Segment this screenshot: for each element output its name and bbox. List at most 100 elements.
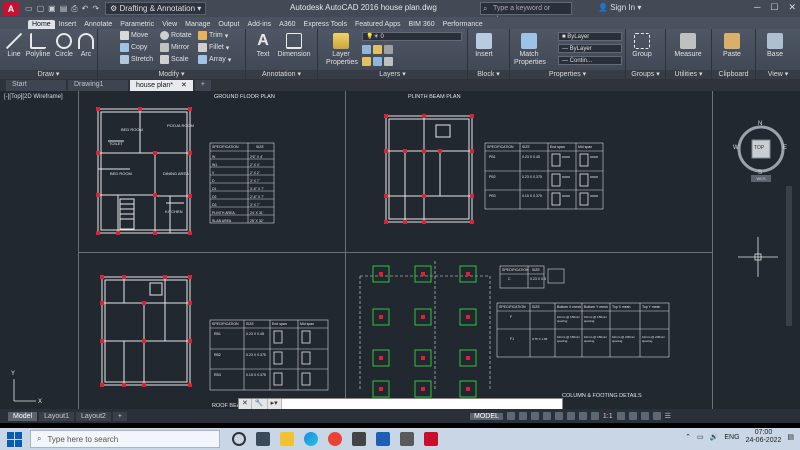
tab-featured-apps[interactable]: Featured Apps [351,20,405,29]
layer-dropdown[interactable]: 💡☀ 0 [362,32,462,41]
language-indicator[interactable]: ENG [724,434,739,441]
modify-panel-title[interactable]: Modify ▾ [98,70,245,79]
autocad-taskbar-icon[interactable] [424,432,438,446]
hardware-accel-icon[interactable] [640,412,649,420]
file-explorer-icon[interactable] [280,432,294,446]
sign-in-button[interactable]: 👤 Sign In ▾ [598,3,641,12]
customization-menu-icon[interactable]: ☰ [665,412,671,420]
annotation-scale-icon[interactable] [590,412,599,420]
saveas-icon[interactable]: ▤ [60,4,68,13]
workspace-selector[interactable]: ⚙ Drafting & Annotation ▾ [105,2,207,15]
navigation-bar[interactable] [786,186,792,326]
autocad-logo-icon[interactable]: A [3,1,19,16]
lineweight-dropdown[interactable]: — ByLayer [558,44,622,53]
model-space-button[interactable]: MODEL [470,412,503,420]
insert-button[interactable]: Insert [472,33,496,59]
volume-icon[interactable]: 🔊 [710,433,719,441]
tab-output[interactable]: Output [214,20,243,29]
layer-tools-row1[interactable] [362,45,393,54]
viewcube-west[interactable]: W [733,145,739,151]
customize-icon[interactable]: 🔧 [251,399,268,409]
cortana-icon[interactable] [232,432,246,446]
redo-icon[interactable]: ↷ [92,4,99,13]
grid-icon[interactable] [506,412,515,420]
tab-layout1[interactable]: Layout1 [39,411,74,421]
open-icon[interactable]: ▢ [37,4,45,13]
undo-icon[interactable]: ↶ [82,4,89,13]
clock[interactable]: 07:00 24-06-2022 [746,429,782,445]
dimension-button[interactable]: Dimension [276,33,312,59]
draw-panel-title[interactable]: Draw ▾ [0,70,97,79]
paste-button[interactable]: Paste [718,33,746,59]
tab-a360[interactable]: A360 [275,20,299,29]
line-button[interactable]: Line [6,33,22,59]
minimize-icon[interactable]: ─ [754,2,760,13]
lineweight-icon[interactable] [578,412,587,420]
close-tab-icon[interactable]: ✕ [181,82,187,89]
arc-button[interactable]: Arc [78,33,94,59]
properties-panel-title[interactable]: Properties ▾ [510,70,625,79]
clipboard-panel-title[interactable]: Clipboard [712,70,755,79]
print-icon[interactable]: ⎙ [71,4,77,14]
layer-tools-row2[interactable] [362,57,393,66]
chrome-icon[interactable] [328,432,342,446]
tab-annotate[interactable]: Annotate [80,20,116,29]
new-tab-button[interactable]: + [194,80,211,91]
viewcube-north[interactable]: N [758,121,762,127]
trim-button[interactable]: Trim ▾ [198,31,228,40]
ortho-icon[interactable] [530,412,539,420]
color-dropdown[interactable]: ■ ByLayer [558,32,622,41]
file-tab-start[interactable]: Start [6,80,66,91]
polyline-button[interactable]: Polyline [24,33,52,59]
text-button[interactable]: A Text [252,33,274,59]
annotation-panel-title[interactable]: Annotation ▾ [246,70,317,79]
taskbar-search-input[interactable]: ⌕ Type here to search [30,430,220,448]
add-layout-button[interactable]: + [112,411,128,421]
linetype-dropdown[interactable]: — Contin... [558,56,622,65]
task-view-icon[interactable] [256,432,270,446]
groups-panel-title[interactable]: Groups ▾ [626,70,665,79]
close-icon[interactable]: ✕ [788,2,796,13]
scale-button[interactable]: Scale [160,55,189,64]
maximize-icon[interactable]: ☐ [770,2,778,13]
block-panel-title[interactable]: Block ▾ [468,70,509,79]
recent-commands-icon[interactable]: ▸▾ [267,399,282,409]
app-icon[interactable] [400,432,414,446]
close-command-icon[interactable]: ✕ [239,399,252,409]
file-tab-drawing1[interactable]: Drawing1 [68,80,128,91]
rotate-button[interactable]: Rotate [160,31,192,40]
store-icon[interactable] [352,432,366,446]
viewcube-east[interactable]: E [783,145,787,151]
drawing-canvas[interactable]: [-][Top][2D Wireframe] GROUND FLOOR PLAN… [0,91,800,409]
file-tab-house-plan[interactable]: house plan* ✕ [130,80,193,91]
word-icon[interactable] [376,432,390,446]
layers-panel-title[interactable]: Layers ▾ [318,70,467,79]
copy-button[interactable]: Copy [120,43,147,52]
fullscreen-icon[interactable] [652,412,661,420]
network-icon[interactable]: ▭ [697,433,704,441]
tab-bim360[interactable]: BIM 360 [405,20,439,29]
edge-icon[interactable] [304,432,318,446]
tab-addins[interactable]: Add-ins [243,20,275,29]
match-properties-button[interactable]: Match Properties [514,33,546,67]
save-icon[interactable]: ▣ [48,4,56,13]
tab-layout2[interactable]: Layout2 [76,411,111,421]
view-panel-title[interactable]: View ▾ [756,70,800,79]
stretch-button[interactable]: Stretch [120,55,153,64]
viewcube-top[interactable]: TOP [754,145,764,151]
tab-parametric[interactable]: Parametric [116,20,158,29]
isolate-icon[interactable] [628,412,637,420]
layer-properties-button[interactable]: Layer Properties [326,33,358,67]
tab-model[interactable]: Model [8,411,38,421]
snap-icon[interactable] [518,412,527,420]
osnap-icon[interactable] [554,412,563,420]
annotation-scale-value[interactable]: 1:1 [603,413,613,420]
notifications-icon[interactable]: ▤ [787,433,794,441]
tab-home[interactable]: Home [28,20,55,29]
array-button[interactable]: Array ▾ [198,55,231,64]
tab-view[interactable]: View [158,20,181,29]
viewcube[interactable]: TOP N S E W [733,121,789,179]
circle-button[interactable]: Circle [54,33,74,59]
group-button[interactable]: Group [630,33,654,59]
windows-start-button[interactable] [4,429,24,449]
